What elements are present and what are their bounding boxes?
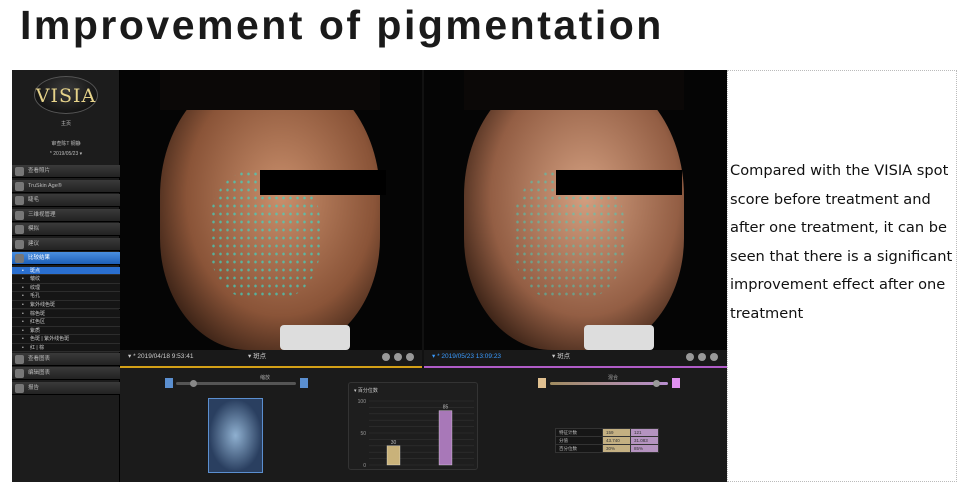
nav-label: 比较结果 [28, 255, 51, 261]
close-icon[interactable] [394, 353, 402, 361]
y-tick-label: 100 [358, 399, 367, 405]
sidebar-subitem[interactable]: 斑点 [12, 266, 120, 275]
table-cell: 85% [630, 444, 659, 453]
table-cell: 159 [602, 428, 631, 437]
left-date-select[interactable]: ▾ * 2019/04/18 9:53:41 [128, 350, 248, 364]
score-table: 特征计数 159 121 分值 43.740 31.083 百分位数 30% 85% [555, 428, 659, 453]
nav-icon [15, 167, 24, 176]
nav-label: 编辑图表 [28, 370, 51, 376]
sidebar-subitem[interactable]: 紫外线色斑 [12, 300, 120, 310]
left-photo [120, 70, 422, 350]
sidebar-subitem[interactable]: 纹理 [12, 283, 120, 293]
nav-icon [15, 210, 24, 220]
table-cell: 121 [630, 428, 659, 437]
nav-label: 模拟 [28, 226, 40, 232]
table-cell: 特征计数 [555, 428, 603, 437]
description-text: Compared with the VISIA spot score befor… [730, 162, 953, 322]
sidebar-item[interactable]: 建议 [12, 237, 120, 251]
sidebar-subitem[interactable]: 红 | 棕 [12, 343, 120, 353]
sidebar-item[interactable]: 查看照片 [12, 165, 120, 178]
table-cell: 30% [602, 444, 631, 453]
sidebar-item[interactable]: 比较结果 [12, 252, 120, 265]
left-mode-select[interactable]: ▾ 斑点 [248, 353, 266, 360]
sidebar-item[interactable]: 睫毛 [12, 194, 120, 207]
y-tick-label: 0 [363, 463, 366, 469]
left-image-icon[interactable] [538, 378, 546, 388]
visia-logo: VISIA [34, 76, 98, 114]
table-row: 分值 43.740 31.083 [555, 436, 659, 445]
analysis-panel: 缩放 ▾ 百分位数 0 50 100 30 85 混合 特征计数 159 121 分值 43.7… [120, 368, 727, 482]
table-row: 特征计数 159 121 [555, 428, 659, 437]
nav-label: 三维视管理 [28, 211, 56, 218]
bar-1 [438, 410, 453, 466]
nav-label: 查看图表 [28, 355, 51, 362]
home-link[interactable]: 主页 [12, 120, 120, 127]
sidebar: VISIA 主页 审查陈T 钢静 * 2019/05/23 ▾ 查看照片 TruS… [12, 70, 120, 482]
nav-label: 睫毛 [28, 197, 40, 203]
table-cell: 分值 [555, 436, 603, 445]
close-icon[interactable] [698, 353, 706, 361]
y-tick-label: 50 [360, 431, 366, 437]
visia-app: VISIA 主页 审查陈T 钢静 * 2019/05/23 ▾ 查看照片 TruS… [12, 70, 727, 482]
right-image-bar: ▾ * 2019/05/23 13:09:23 ▾ 斑点 [424, 350, 727, 368]
sidebar-subitem[interactable]: 红色区 [12, 318, 120, 327]
nav-label: TruSkin Age® [28, 182, 62, 189]
redaction-bar [260, 170, 386, 195]
sidebar-item[interactable]: 模拟 [12, 223, 120, 236]
nav-icon [15, 181, 24, 191]
right-mode-select[interactable]: ▾ 斑点 [552, 353, 570, 360]
right-photo [424, 70, 727, 350]
zoom-label: 缩放 [260, 375, 271, 381]
sidebar-subitem[interactable]: 紫质 [12, 326, 120, 336]
percentile-chart: ▾ 百分位数 0 50 100 30 85 [348, 382, 478, 470]
redaction-bar [556, 170, 682, 195]
right-date-select[interactable]: ▾ * 2019/05/23 13:09:23 [432, 350, 552, 364]
patient-name: 审查陈T 钢静 [51, 141, 81, 147]
nav-icon [15, 225, 24, 234]
slide-title: Improvement of pigmentation [20, 2, 664, 48]
gear-icon[interactable] [406, 353, 414, 361]
zoom-out-icon[interactable] [165, 378, 173, 388]
sidebar-subitem[interactable]: 皱纹 [12, 275, 120, 284]
left-image-bar: ▾ * 2019/04/18 9:53:41 ▾ 斑点 [120, 350, 422, 368]
right-image-icon[interactable] [672, 378, 680, 388]
nav-icon [15, 383, 24, 393]
nav-icon [15, 369, 24, 378]
bar-0 [386, 445, 401, 466]
brightness-icon[interactable] [382, 353, 390, 361]
table-cell: 43.740 [602, 436, 631, 445]
nav-icon [15, 354, 24, 364]
bar-value-label: 30 [391, 440, 397, 446]
sidebar-item[interactable]: 三维视管理 [12, 208, 120, 222]
sidebar-item[interactable]: 编辑图表 [12, 367, 120, 380]
chart-plot: 0 50 100 30 85 [358, 399, 474, 469]
brightness-icon[interactable] [686, 353, 694, 361]
nav-icon [15, 196, 24, 205]
nav-icon [15, 254, 24, 263]
sidebar-subitem[interactable]: 棕色斑 [12, 309, 120, 318]
nav-label: 报告 [28, 384, 40, 391]
table-cell: 百分位数 [555, 444, 603, 453]
sidebar-subitem[interactable]: 色斑 | 紫外线色斑 [12, 335, 120, 344]
blend-label: 混合 [608, 375, 619, 381]
blend-slider[interactable] [550, 380, 668, 387]
sidebar-item[interactable]: 报告 [12, 381, 120, 395]
bar-value-label: 85 [443, 405, 449, 411]
table-cell: 31.083 [630, 436, 659, 445]
table-row: 百分位数 30% 85% [555, 444, 659, 453]
sidebar-item[interactable]: TruSkin Age® [12, 179, 120, 193]
zoom-in-icon[interactable] [300, 378, 308, 388]
thumbnail-navigator[interactable] [208, 398, 263, 473]
nav-label: 建议 [28, 240, 40, 247]
gear-icon[interactable] [710, 353, 718, 361]
zoom-slider[interactable] [176, 380, 296, 387]
sidebar-item[interactable]: 查看图表 [12, 352, 120, 366]
session-select[interactable]: * 2019/05/23 ▾ [12, 151, 120, 157]
sidebar-subitem[interactable]: 毛孔 [12, 292, 120, 301]
nav-label: 查看照片 [28, 168, 51, 174]
nav-icon [15, 239, 24, 249]
